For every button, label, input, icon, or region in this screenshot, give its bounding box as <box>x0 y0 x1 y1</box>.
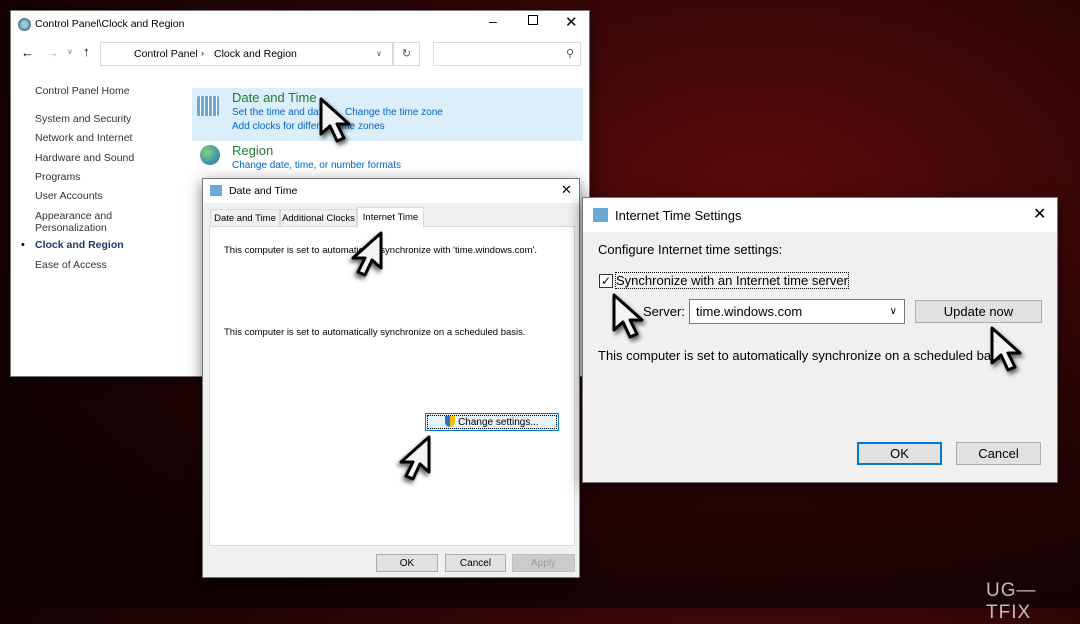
content-panel <box>209 226 575 546</box>
sidebar-item-security[interactable]: System and Security <box>35 113 131 125</box>
cursor-arrow-icon <box>351 231 383 277</box>
status-text: This computer is set to automatically sy… <box>598 348 1011 363</box>
app-icon <box>18 18 31 31</box>
server-combobox[interactable]: time.windows.com ∨ <box>689 299 905 324</box>
date-time-icon <box>593 208 608 222</box>
calendar-clock-icon <box>197 96 219 116</box>
chevron-down-icon[interactable]: ∨ <box>890 306 897 317</box>
sync-checkbox[interactable]: ✓ <box>599 274 613 288</box>
maximize-button[interactable] <box>528 15 538 25</box>
breadcrumb-separator: › <box>201 48 204 58</box>
dialog-title: Internet Time Settings <box>615 208 742 223</box>
search-input[interactable]: ⚲ <box>433 42 581 66</box>
time-zone-link[interactable]: Change the time zone <box>345 107 443 118</box>
watermark-logo: UG—TFIX <box>986 580 1037 623</box>
sync-label[interactable]: Synchronize with an Internet time server <box>615 272 849 289</box>
sidebar-item-home[interactable]: Control Panel Home <box>35 85 130 97</box>
date-time-category[interactable]: Date and Time Set the time and date Chan… <box>192 88 583 141</box>
forward-icon[interactable]: → <box>46 45 59 60</box>
configure-label: Configure Internet time settings: <box>598 242 783 257</box>
sidebar-item-appearance[interactable]: Appearance and <box>35 210 112 222</box>
search-icon: ⚲ <box>565 48 574 60</box>
change-settings-label: Change settings... <box>458 417 539 428</box>
uac-shield-icon <box>445 416 456 427</box>
close-button[interactable]: ✕ <box>1033 204 1046 224</box>
tab-internet-time[interactable]: Internet Time <box>357 207 424 228</box>
sidebar-item-appearance-2[interactable]: Personalization <box>35 222 107 234</box>
server-value: time.windows.com <box>696 304 803 319</box>
window-title: Control Panel\Clock and Region <box>35 18 185 30</box>
cursor-arrow-icon <box>990 326 1022 372</box>
sidebar-item-users[interactable]: User Accounts <box>35 190 103 202</box>
close-button[interactable]: ✕ <box>561 182 572 198</box>
dialog-title: Date and Time <box>229 185 298 197</box>
cursor-arrow-icon <box>399 435 431 481</box>
chevron-down-icon[interactable]: ∨ <box>376 49 382 58</box>
sidebar-item-hardware[interactable]: Hardware and Sound <box>35 152 134 164</box>
change-settings-button[interactable]: Change settings... <box>425 413 559 431</box>
region-formats-link[interactable]: Change date, time, or number formats <box>232 160 401 171</box>
category-title[interactable]: Date and Time <box>232 90 317 105</box>
back-icon[interactable]: ← <box>21 45 34 60</box>
region-title[interactable]: Region <box>232 143 273 158</box>
schedule-text: This computer is set to automatically sy… <box>224 327 526 338</box>
sidebar-item-programs[interactable]: Programs <box>35 171 81 183</box>
breadcrumb-item[interactable]: Control Panel <box>134 48 198 60</box>
date-time-icon <box>210 185 222 196</box>
breadcrumb-item[interactable]: Clock and Region <box>214 48 297 60</box>
minimize-button[interactable]: – <box>489 13 497 29</box>
sidebar-item-ease[interactable]: Ease of Access <box>35 259 107 271</box>
apply-button[interactable]: Apply <box>512 554 575 572</box>
globe-icon <box>200 145 220 165</box>
tab-date-time[interactable]: Date and Time <box>210 209 280 227</box>
refresh-button[interactable]: ↻ <box>393 42 420 66</box>
cursor-arrow-icon <box>612 293 644 339</box>
add-clocks-link[interactable]: Add clocks for different time zones <box>232 121 385 132</box>
update-now-button[interactable]: Update now <box>915 300 1042 323</box>
sidebar-item-network[interactable]: Network and Internet <box>35 132 132 144</box>
address-bar[interactable]: Control Panel › Clock and Region ∨ <box>100 42 393 66</box>
internet-time-settings-dialog: Internet Time Settings ✕ Configure Inter… <box>582 197 1058 483</box>
cancel-button[interactable]: Cancel <box>956 442 1041 465</box>
close-button[interactable]: ✕ <box>565 13 578 31</box>
ok-button[interactable]: OK <box>376 554 438 572</box>
cursor-arrow-icon <box>319 97 351 143</box>
tab-additional-clocks[interactable]: Additional Clocks <box>280 209 357 227</box>
sidebar-item-clock[interactable]: Clock and Region <box>35 239 124 251</box>
up-icon[interactable]: ↑ <box>83 44 90 59</box>
recent-chevron-icon[interactable]: ∨ <box>67 47 73 56</box>
ok-button[interactable]: OK <box>857 442 942 465</box>
set-time-link[interactable]: Set the time and date <box>232 107 327 118</box>
active-bullet: • <box>21 239 25 251</box>
cancel-button[interactable]: Cancel <box>445 554 506 572</box>
date-time-dialog: Date and Time ✕ Date and Time Additional… <box>202 178 580 578</box>
